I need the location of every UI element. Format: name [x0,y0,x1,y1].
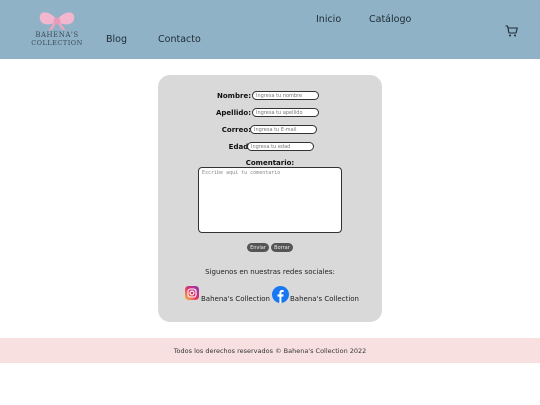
facebook-icon [272,286,289,303]
site-header: BAHENA'S COLLECTION Blog Contacto Inicio… [0,0,540,59]
instagram-label: Bahena's Collection [201,295,270,303]
brand-name: BAHENA'S COLLECTION [28,31,86,47]
brand-name-line1: BAHENA'S [35,31,79,39]
comentario-label: Comentario: [245,159,295,167]
site-footer: Todos los derechos reservados © Bahena's… [0,338,540,363]
edad-input[interactable] [247,142,314,151]
apellido-input[interactable] [252,108,319,117]
correo-row: Correo: [158,125,382,137]
brand-name-line2: COLLECTION [31,39,83,47]
copyright-text: Todos los derechos reservados © Bahena's… [173,347,367,355]
contact-form: Nombre: Apellido: Correo: Edad: Comentar… [158,75,382,322]
apellido-label: Apellido: [216,109,251,117]
nombre-label: Nombre: [217,92,251,100]
comentario-textarea[interactable] [198,167,342,233]
enviar-button[interactable]: Enviar [247,243,269,252]
correo-label: Correo: [221,126,251,134]
nombre-row: Nombre: [158,91,382,103]
correo-input[interactable] [250,125,317,134]
social-title: Siguenos en nuestras redes sociales: [205,268,335,276]
facebook-label: Bahena's Collection [290,295,359,303]
nav-blog-link[interactable]: Blog [106,34,127,45]
borrar-button[interactable]: Borrar [271,243,293,252]
cart-icon[interactable] [505,22,518,41]
nombre-input[interactable] [252,91,319,100]
nav-contacto-link[interactable]: Contacto [158,34,201,45]
brand-logo[interactable]: BAHENA'S COLLECTION [28,10,86,48]
instagram-icon [185,286,199,300]
bow-logo-icon [39,12,75,31]
nav-catalogo-link[interactable]: Catálogo [369,14,411,25]
apellido-row: Apellido: [158,108,382,120]
nav-inicio-link[interactable]: Inicio [316,14,341,25]
edad-row: Edad: [158,142,382,154]
